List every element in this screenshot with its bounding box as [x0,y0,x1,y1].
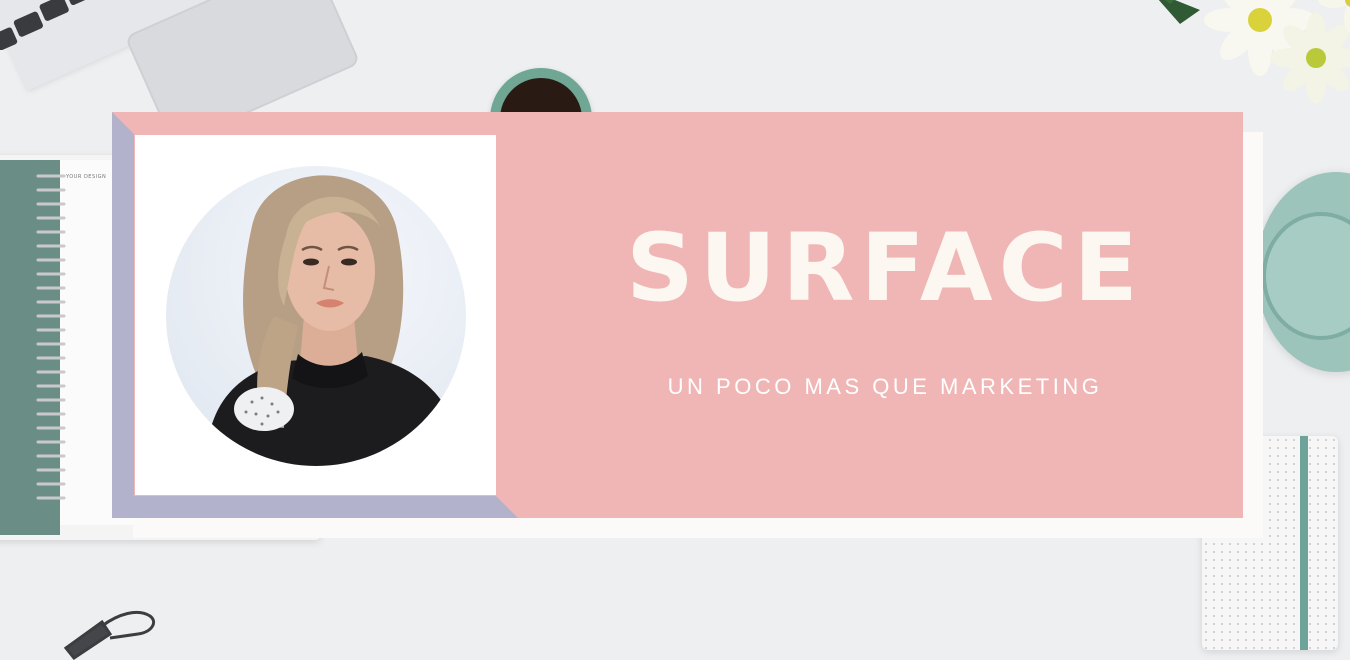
notepad-band [1300,436,1308,650]
binder-clip-icon [63,610,155,660]
banner-subtitle: UN POCO MAS QUE MARKETING [667,374,1103,399]
notebook-label: YOUR DESIGN [66,174,107,180]
banner-title: SURFACE [626,214,1144,323]
flowers [1158,0,1350,104]
profile-photo [166,166,466,466]
keyboard-keys [0,0,95,50]
notebook-spiral [36,174,66,500]
